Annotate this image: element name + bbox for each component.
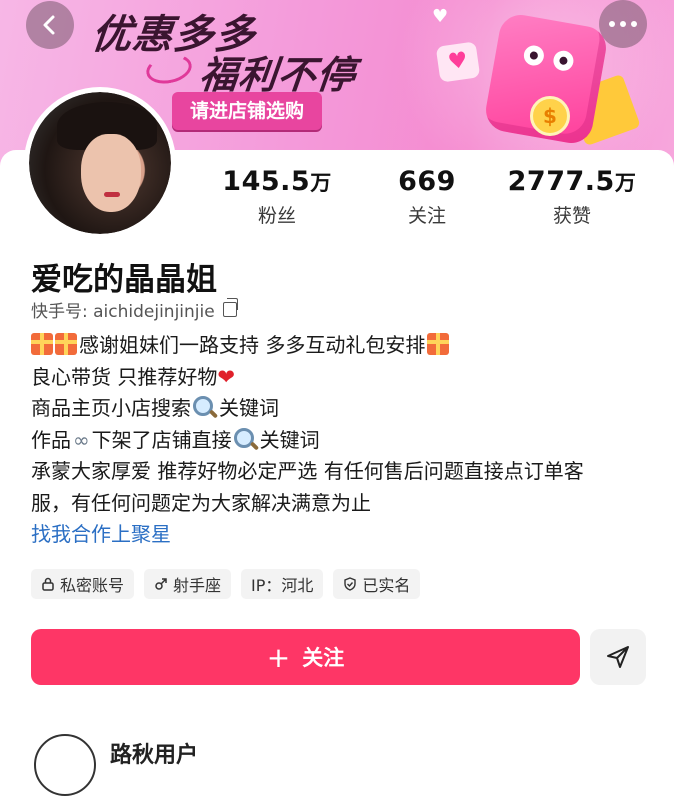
banner-enter-store-button[interactable]: 请进店铺选购 (172, 92, 323, 130)
stat-following[interactable]: 669 关注 (352, 166, 502, 228)
chevron-left-icon (43, 15, 55, 35)
banner-headline-2: 福利不停 (197, 53, 358, 97)
more-dots-icon (609, 21, 637, 27)
following-label: 关注 (407, 205, 446, 227)
sagittarius-icon (155, 578, 167, 590)
kuaishou-id: 快手号: aichidejinjinjie (31, 302, 215, 322)
link-emoji-icon: ∞ (73, 427, 90, 452)
magnifier-emoji-icon (193, 396, 213, 416)
magnifier-emoji-icon (233, 427, 254, 448)
tag-zodiac[interactable]: 射手座 (144, 569, 232, 599)
follow-label: 关注 (302, 646, 345, 670)
follow-button[interactable]: + 关注 (31, 629, 580, 685)
shield-check-icon (344, 577, 357, 591)
cooperation-link[interactable]: 找我合作上聚星 (31, 519, 641, 551)
bio-line: 商品主页小店搜索 关键词 (31, 396, 279, 420)
likes-count: 2777.5 (507, 166, 615, 197)
plus-icon: + (266, 640, 291, 674)
followers-unit: 万 (310, 171, 332, 195)
more-options-button[interactable] (599, 0, 647, 48)
gift-emoji-icon (55, 333, 77, 355)
stat-likes[interactable]: 2777.5万 获赞 (497, 166, 647, 228)
gift-emoji-icon (427, 333, 450, 355)
profile-bio: 感谢姐妹们一路支持 多多互动礼包安排 良心带货 只推荐好物❤ 商品主页小店搜索关… (31, 330, 641, 551)
gift-emoji-icon (31, 333, 53, 355)
copy-icon[interactable] (222, 298, 238, 317)
stat-followers[interactable]: 145.5万 粉丝 (202, 166, 352, 228)
avatar[interactable] (29, 92, 171, 234)
profile-name: 爱吃的晶晶姐 (31, 262, 217, 298)
bio-line: 承蒙大家厚爱 推荐好物必定严选 有任何售后问题直接点订单客 (31, 459, 584, 483)
profile-tags: 私密账号 射手座 IP：河北 已实名 (31, 569, 421, 599)
back-button[interactable] (26, 1, 74, 49)
tag-ip-location[interactable]: IP：河北 (241, 569, 324, 599)
heart-emoji-icon: ❤ (217, 364, 235, 389)
likes-label: 获赞 (552, 205, 591, 227)
bio-line: 服，有任何问题定为大家解决满意为止 (31, 490, 371, 515)
bio-line: 良心带货 只推荐好物❤ (31, 364, 235, 389)
tag-private-account[interactable]: 私密账号 (31, 569, 135, 599)
send-message-button[interactable] (590, 629, 646, 685)
tag-verified[interactable]: 已实名 (333, 569, 421, 599)
bio-line: 作品 ∞ 下架了店铺直接 关键词 (31, 425, 641, 457)
followers-label: 粉丝 (257, 205, 296, 227)
bio-line: 感谢姐妹们一路支持 多多互动礼包安排 (31, 330, 641, 362)
send-icon (607, 646, 629, 668)
coin-icon: $ (530, 96, 570, 136)
followers-count: 145.5 (222, 166, 311, 197)
heart-bubble-icon: ♥ (435, 41, 481, 83)
bottom-user-label: 路秋用户 (110, 743, 199, 768)
bottom-user-avatar[interactable] (34, 734, 96, 796)
profile-stats: 145.5万 粉丝 669 关注 2777.5万 获赞 (200, 166, 674, 236)
kuaishou-id-row[interactable]: 快手号: aichidejinjinjie (31, 297, 238, 322)
likes-unit: 万 (614, 171, 637, 195)
lock-icon (42, 577, 54, 591)
following-count: 669 (398, 166, 456, 197)
heart-decoration-icon: ♥ (432, 6, 449, 27)
